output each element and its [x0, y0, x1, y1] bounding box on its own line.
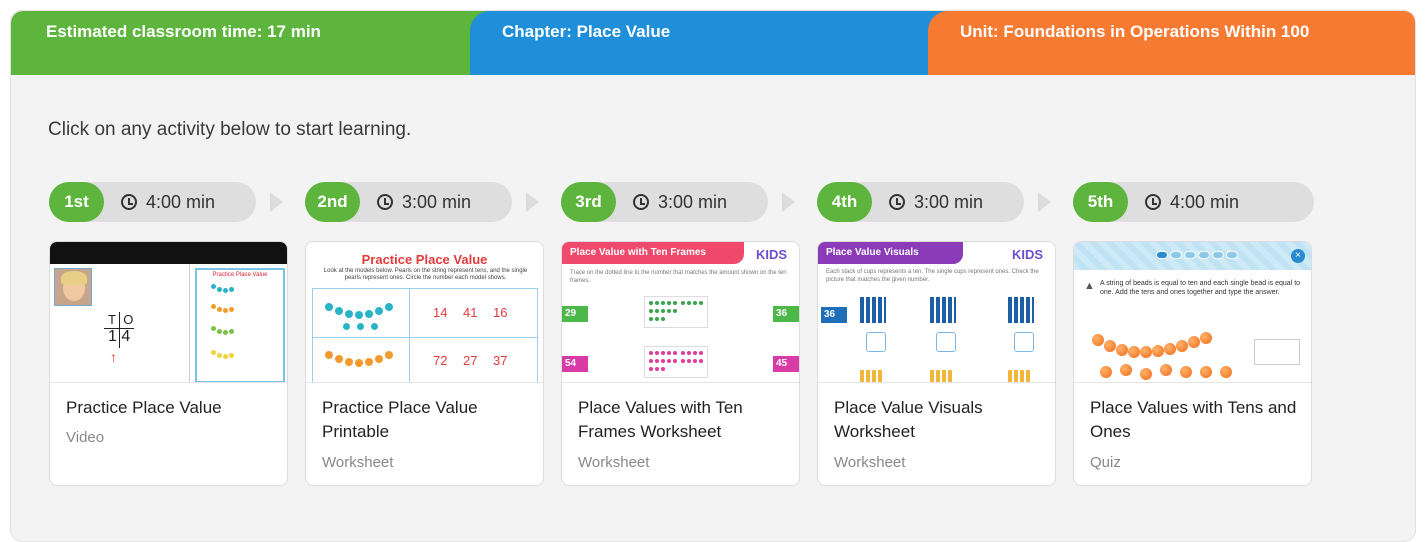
video-thumbnail: T O 1 4 ↑ Practice Place Value	[50, 242, 287, 383]
step-order-badge: 4th	[817, 182, 872, 222]
clock-icon	[889, 194, 905, 210]
answer-input	[1254, 339, 1300, 365]
clock-icon	[1145, 194, 1161, 210]
intro-text: Click on any activity below to start lea…	[48, 119, 412, 140]
step-pill-3: 3rd 3:00 min	[561, 182, 768, 222]
activity-type: Worksheet	[834, 454, 906, 471]
lesson-header: Estimated classroom time: 17 min Chapter…	[11, 11, 1415, 75]
worksheet-thumbnail: Practice Place Value Look at the models …	[306, 242, 543, 383]
activity-panel: Estimated classroom time: 17 min Chapter…	[10, 10, 1416, 542]
unit-text: Unit: Foundations in Operations Within 1…	[960, 22, 1310, 41]
step-pill-1: 1st 4:00 min	[49, 182, 256, 222]
step-duration-text: 4:00 min	[146, 192, 216, 212]
estimated-time-banner: Estimated classroom time: 17 min	[11, 11, 531, 75]
answer-checkbox	[1014, 332, 1034, 352]
kids-logo: KIDS	[755, 247, 787, 262]
speaker-icon: ▲	[1084, 280, 1095, 292]
step-order-badge: 5th	[1073, 182, 1128, 222]
tens-ones-label: T O	[108, 312, 134, 327]
place-value-number: 1 4	[108, 328, 131, 345]
chapter-banner[interactable]: Chapter: Place Value	[470, 11, 990, 75]
quiz-question: A string of beads is equal to ten and ea…	[1100, 280, 1301, 296]
answer-checkbox	[866, 332, 886, 352]
clock-icon	[377, 194, 393, 210]
activity-card-tens-and-ones-quiz[interactable]: × ▲ A string of beads is equal to ten an…	[1073, 241, 1312, 486]
close-icon: ×	[1291, 249, 1305, 263]
step-duration-text: 3:00 min	[658, 192, 728, 212]
step-duration: 3:00 min	[633, 182, 727, 222]
activity-type: Worksheet	[322, 454, 394, 471]
worksheet-thumbnail: Place Value with Ten Frames KIDS Trace o…	[562, 242, 799, 383]
clock-icon	[633, 194, 649, 210]
step-duration: 3:00 min	[377, 182, 471, 222]
step-duration-text: 4:00 min	[1170, 192, 1240, 212]
activity-card-practice-place-value-printable[interactable]: Practice Place Value Look at the models …	[305, 241, 544, 486]
estimated-time-text: Estimated classroom time: 17 min	[46, 22, 321, 41]
worksheet-thumbnail: Place Value Visuals KIDS Each stack of c…	[818, 242, 1055, 383]
step-order-badge: 3rd	[561, 182, 616, 222]
step-arrow-icon	[782, 192, 795, 212]
step-duration-text: 3:00 min	[402, 192, 472, 212]
activity-title: Practice Place Value Printable	[322, 398, 478, 441]
up-arrow-icon: ↑	[110, 349, 117, 365]
step-pill-4: 4th 3:00 min	[817, 182, 1024, 222]
step-duration: 4:00 min	[121, 182, 215, 222]
answer-checkbox	[936, 332, 956, 352]
quiz-progress	[1156, 251, 1238, 259]
step-duration-text: 3:00 min	[914, 192, 984, 212]
activity-type: Quiz	[1090, 454, 1121, 471]
ten-frame	[644, 296, 708, 328]
quiz-thumbnail: × ▲ A string of beads is equal to ten an…	[1074, 242, 1311, 383]
activity-title: Practice Place Value	[66, 398, 222, 417]
step-order-badge: 2nd	[305, 182, 360, 222]
presenter-avatar	[54, 268, 92, 306]
activity-title: Place Value Visuals Worksheet	[834, 398, 983, 441]
chapter-text: Chapter: Place Value	[502, 22, 671, 41]
step-pill-5: 5th 4:00 min	[1073, 182, 1314, 222]
worksheet-preview: Practice Place Value	[195, 268, 285, 382]
activity-card-practice-place-value-video[interactable]: T O 1 4 ↑ Practice Place Value Practice …	[49, 241, 288, 486]
clock-icon	[121, 194, 137, 210]
step-duration: 3:00 min	[889, 182, 983, 222]
activity-card-place-value-visuals[interactable]: Place Value Visuals KIDS Each stack of c…	[817, 241, 1056, 486]
activity-type: Worksheet	[578, 454, 650, 471]
step-duration: 4:00 min	[1145, 182, 1239, 222]
step-arrow-icon	[270, 192, 283, 212]
step-arrow-icon	[1038, 192, 1051, 212]
activity-title: Place Values with Ten Frames Worksheet	[578, 398, 743, 441]
unit-banner[interactable]: Unit: Foundations in Operations Within 1…	[928, 11, 1415, 75]
kids-logo: KIDS	[1011, 247, 1043, 262]
step-pill-2: 2nd 3:00 min	[305, 182, 512, 222]
activity-title: Place Values with Tens and Ones	[1090, 398, 1297, 441]
activity-card-ten-frames-worksheet[interactable]: Place Value with Ten Frames KIDS Trace o…	[561, 241, 800, 486]
activity-type: Video	[66, 429, 105, 446]
ten-frame	[644, 346, 708, 378]
step-arrow-icon	[526, 192, 539, 212]
step-order-badge: 1st	[49, 182, 104, 222]
